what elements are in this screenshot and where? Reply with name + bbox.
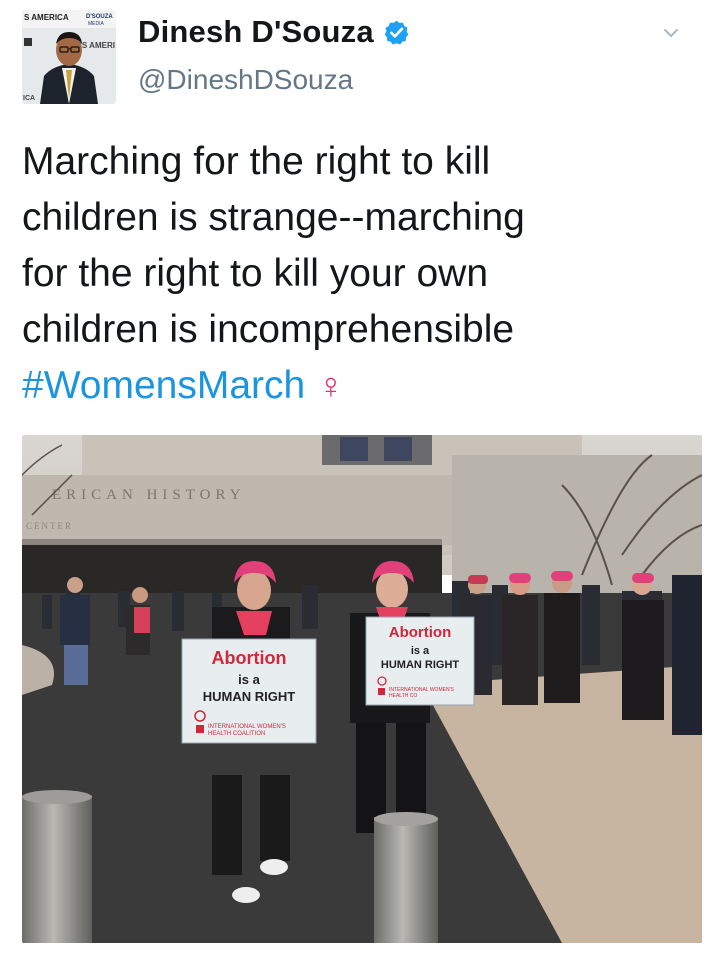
avatar[interactable]: S AMERICA D'SOUZA MEDIA 'S AMERI ICA bbox=[22, 10, 116, 104]
avatar-corner-text: ICA bbox=[23, 95, 35, 102]
tweet-card: S AMERICA D'SOUZA MEDIA 'S AMERI ICA Din… bbox=[0, 0, 723, 960]
tweet-line: children is incomprehensible bbox=[22, 308, 515, 351]
author-block: Dinesh D'Souza @DineshDSouza bbox=[138, 14, 410, 96]
sign-left-line1: Abortion bbox=[212, 648, 287, 668]
female-sign-icon: ♀ bbox=[317, 365, 345, 406]
tweet-line: Marching for the right to kill bbox=[22, 140, 491, 183]
avatar-banner-right-bottom: MEDIA bbox=[88, 21, 105, 27]
avatar-banner-right-top: D'SOUZA bbox=[86, 14, 113, 20]
sign-left-line2: is a bbox=[238, 672, 260, 687]
verified-badge-icon bbox=[383, 19, 410, 46]
sign-left-footer1: INTERNATIONAL WOMEN'S bbox=[208, 724, 286, 730]
photo-sign-right: Abortion is a HUMAN RIGHT INTERNATIONAL … bbox=[365, 616, 475, 706]
photo-scene: ERICAN HISTORY CENTER Abortion is a HUMA… bbox=[22, 435, 702, 943]
sign-right-line1: Abortion bbox=[389, 624, 451, 641]
chevron-down-icon[interactable] bbox=[660, 22, 682, 44]
sign-right-line3: HUMAN RIGHT bbox=[381, 659, 459, 671]
avatar-image: S AMERICA D'SOUZA MEDIA 'S AMERI ICA bbox=[22, 10, 116, 104]
tweet-line: children is strange--marching bbox=[22, 196, 525, 239]
photo-sign-left: Abortion is a HUMAN RIGHT INTERNATIONAL … bbox=[181, 638, 317, 744]
tweet-text: Marching for the right to kill children … bbox=[22, 134, 702, 414]
hashtag-link[interactable]: #WomensMarch bbox=[22, 364, 305, 407]
tweet-line: for the right to kill your own bbox=[22, 252, 489, 295]
hashtag-line: #WomensMarch ♀ bbox=[22, 358, 702, 414]
sign-left-footer2: HEALTH COALITION bbox=[208, 731, 265, 737]
sign-right-footer2: HEALTH CO bbox=[389, 693, 417, 699]
sign-right-line2: is a bbox=[411, 645, 430, 657]
name-row: Dinesh D'Souza bbox=[138, 14, 410, 50]
avatar-backdrop-text: 'S AMERI bbox=[80, 41, 115, 50]
author-handle[interactable]: @DineshDSouza bbox=[138, 64, 410, 96]
sign-left-line3: HUMAN RIGHT bbox=[203, 689, 295, 704]
building-sublettering: CENTER bbox=[26, 521, 73, 531]
author-name[interactable]: Dinesh D'Souza bbox=[138, 14, 374, 50]
avatar-banner-left: S AMERICA bbox=[24, 13, 69, 22]
tweet-photo[interactable]: ERICAN HISTORY CENTER Abortion is a HUMA… bbox=[22, 435, 702, 943]
building-lettering: ERICAN HISTORY bbox=[52, 487, 246, 503]
